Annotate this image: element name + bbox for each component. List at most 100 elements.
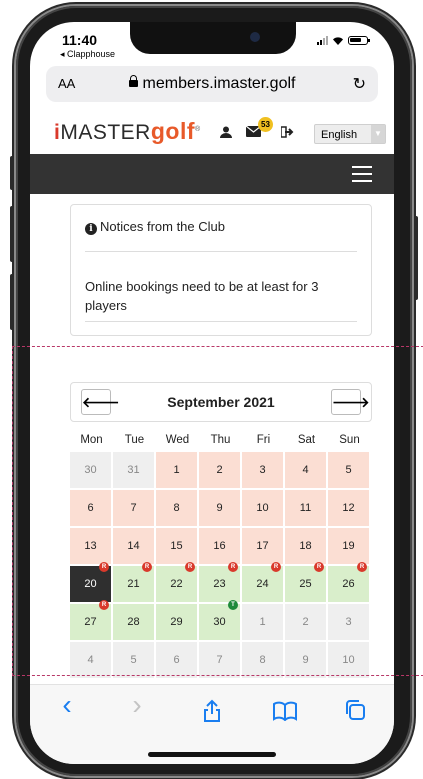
day-number: 16	[213, 540, 226, 552]
calendar-day-cell[interactable]: 16	[199, 528, 240, 564]
calendar-day-cell[interactable]: 9	[199, 490, 240, 526]
site-header: iMASTERgolf® 53 English ▼	[30, 114, 394, 150]
day-number: 1	[173, 464, 180, 476]
back-icon[interactable]: ‹	[52, 689, 82, 721]
share-icon[interactable]	[197, 699, 227, 723]
calendar-day-cell[interactable]: 19	[328, 528, 369, 564]
logout-icon[interactable]	[281, 126, 294, 138]
weekday-label: Fri	[256, 434, 271, 446]
calendar-day-cell[interactable]: 7	[199, 642, 240, 678]
tournament-badge: T	[228, 600, 238, 610]
calendar-day-cell[interactable]: 4	[285, 452, 326, 488]
tabs-icon[interactable]	[340, 699, 370, 721]
wifi-icon	[333, 37, 343, 45]
back-to-app-link[interactable]: ◂ Clapphouse	[60, 49, 115, 60]
day-number: 14	[127, 540, 140, 552]
forward-icon[interactable]: ›	[122, 689, 152, 721]
day-number: 30	[213, 616, 226, 628]
hamburger-menu-icon[interactable]	[352, 166, 372, 182]
calendar-day-cell[interactable]: 21 R	[113, 562, 154, 602]
logo-golf: golf	[150, 118, 196, 144]
calendar-day-cell[interactable]: 30 T	[199, 600, 240, 640]
calendar-day-cell[interactable]: 8	[242, 642, 283, 678]
calendar-day-cell[interactable]: 4	[70, 642, 111, 678]
calendar-day-cell[interactable]: 7	[113, 490, 154, 526]
calendar-day-cell[interactable]: 5	[328, 452, 369, 488]
home-indicator	[148, 752, 276, 757]
imaster-golf-logo[interactable]: iMASTERgolf®	[54, 118, 201, 145]
day-number: 24	[256, 578, 269, 590]
day-number: 21	[127, 578, 140, 590]
next-month-button[interactable]: 🡒	[331, 389, 370, 415]
calendar-day-cell[interactable]: 18	[285, 528, 326, 564]
arrow-right-icon: 🡒	[332, 394, 370, 410]
day-number: 1	[259, 616, 266, 628]
reservation-badge: R	[271, 562, 281, 572]
calendar-day-cell[interactable]: 10	[328, 642, 369, 678]
calendar-day-cell[interactable]: 24 R	[242, 562, 283, 602]
day-number: 20	[84, 578, 97, 590]
day-number: 9	[302, 654, 309, 666]
day-number: 31	[127, 464, 140, 476]
calendar-day-cell[interactable]: 13	[70, 528, 111, 564]
calendar-day-cell[interactable]: 30	[70, 452, 111, 488]
notice-body: Online bookings need to be at least for …	[85, 279, 319, 313]
safari-toolbar: ‹ ›	[30, 684, 394, 764]
signal-icon	[317, 36, 328, 45]
camera-icon	[250, 32, 260, 42]
weekday-label: Mon	[80, 434, 103, 446]
address-bar[interactable]: AA members.imaster.golf ↻	[46, 66, 378, 102]
calendar-day-cell[interactable]: 2	[199, 452, 240, 488]
calendar-day-cell[interactable]: 27 R	[70, 600, 111, 640]
url-display[interactable]: members.imaster.golf	[46, 75, 378, 93]
phone-power-button	[414, 216, 418, 300]
calendar-day-cell[interactable]: 9	[285, 642, 326, 678]
calendar-day-cell[interactable]: 12	[328, 490, 369, 526]
info-icon: i	[85, 223, 97, 235]
calendar-day-cell[interactable]: 11	[285, 490, 326, 526]
day-number: 19	[342, 540, 355, 552]
calendar-day-cell[interactable]: 14	[113, 528, 154, 564]
calendar-day-cell[interactable]: 1	[242, 604, 283, 640]
calendar-day-cell[interactable]: 15	[156, 528, 197, 564]
main-content: i Notices from the Club Online bookings n…	[30, 194, 394, 684]
day-number: 9	[216, 502, 223, 514]
day-number: 6	[87, 502, 94, 514]
calendar-day-cell[interactable]: 17	[242, 528, 283, 564]
calendar-day-cell[interactable]: 29	[156, 604, 197, 640]
reload-icon[interactable]: ↻	[353, 74, 366, 94]
calendar-day-cell[interactable]: 6	[156, 642, 197, 678]
battery-icon	[348, 36, 370, 45]
calendar-day-cell[interactable]: 5	[113, 642, 154, 678]
calendar-day-cell[interactable]: 26 R	[328, 562, 369, 602]
phone-screen: 11:40 ◂ Clapphouse AA members.imaster.go…	[30, 22, 394, 764]
calendar-day-cell[interactable]: 3	[328, 604, 369, 640]
calendar-day-cell[interactable]: 28	[113, 604, 154, 640]
calendar-day-cell[interactable]: 6	[70, 490, 111, 526]
chevron-down-icon: ▼	[371, 125, 385, 143]
calendar-day-cell[interactable]: 23 R	[199, 562, 240, 602]
calendar-day-cell[interactable]: 22 R	[156, 562, 197, 602]
language-select[interactable]: English ▼	[314, 124, 386, 144]
calendar-day-cell[interactable]: 31	[113, 452, 154, 488]
reservation-badge: R	[142, 562, 152, 572]
reservation-badge: R	[228, 562, 238, 572]
day-number: 8	[173, 502, 180, 514]
calendar-day-cell[interactable]: 8	[156, 490, 197, 526]
bookmarks-icon[interactable]	[270, 701, 300, 721]
notice-divider-top	[85, 251, 357, 252]
calendar-day-cell[interactable]: 2	[285, 604, 326, 640]
day-number: 4	[87, 654, 94, 666]
calendar-day-cell[interactable]: 1	[156, 452, 197, 488]
day-number: 15	[170, 540, 183, 552]
calendar-day-cell[interactable]: 3	[242, 452, 283, 488]
day-number: 3	[259, 464, 266, 476]
user-icon[interactable]	[220, 126, 232, 138]
day-number: 2	[216, 464, 223, 476]
calendar-day-cell[interactable]: 20 R	[70, 562, 111, 602]
calendar-day-cell[interactable]: 25 R	[285, 562, 326, 602]
weekday-header: Mon Tue Wed Thu Fri Sat Sun	[70, 434, 372, 446]
calendar-header: 🡐 September 2021 🡒	[70, 382, 372, 422]
day-number: 22	[170, 578, 183, 590]
calendar-day-cell[interactable]: 10	[242, 490, 283, 526]
